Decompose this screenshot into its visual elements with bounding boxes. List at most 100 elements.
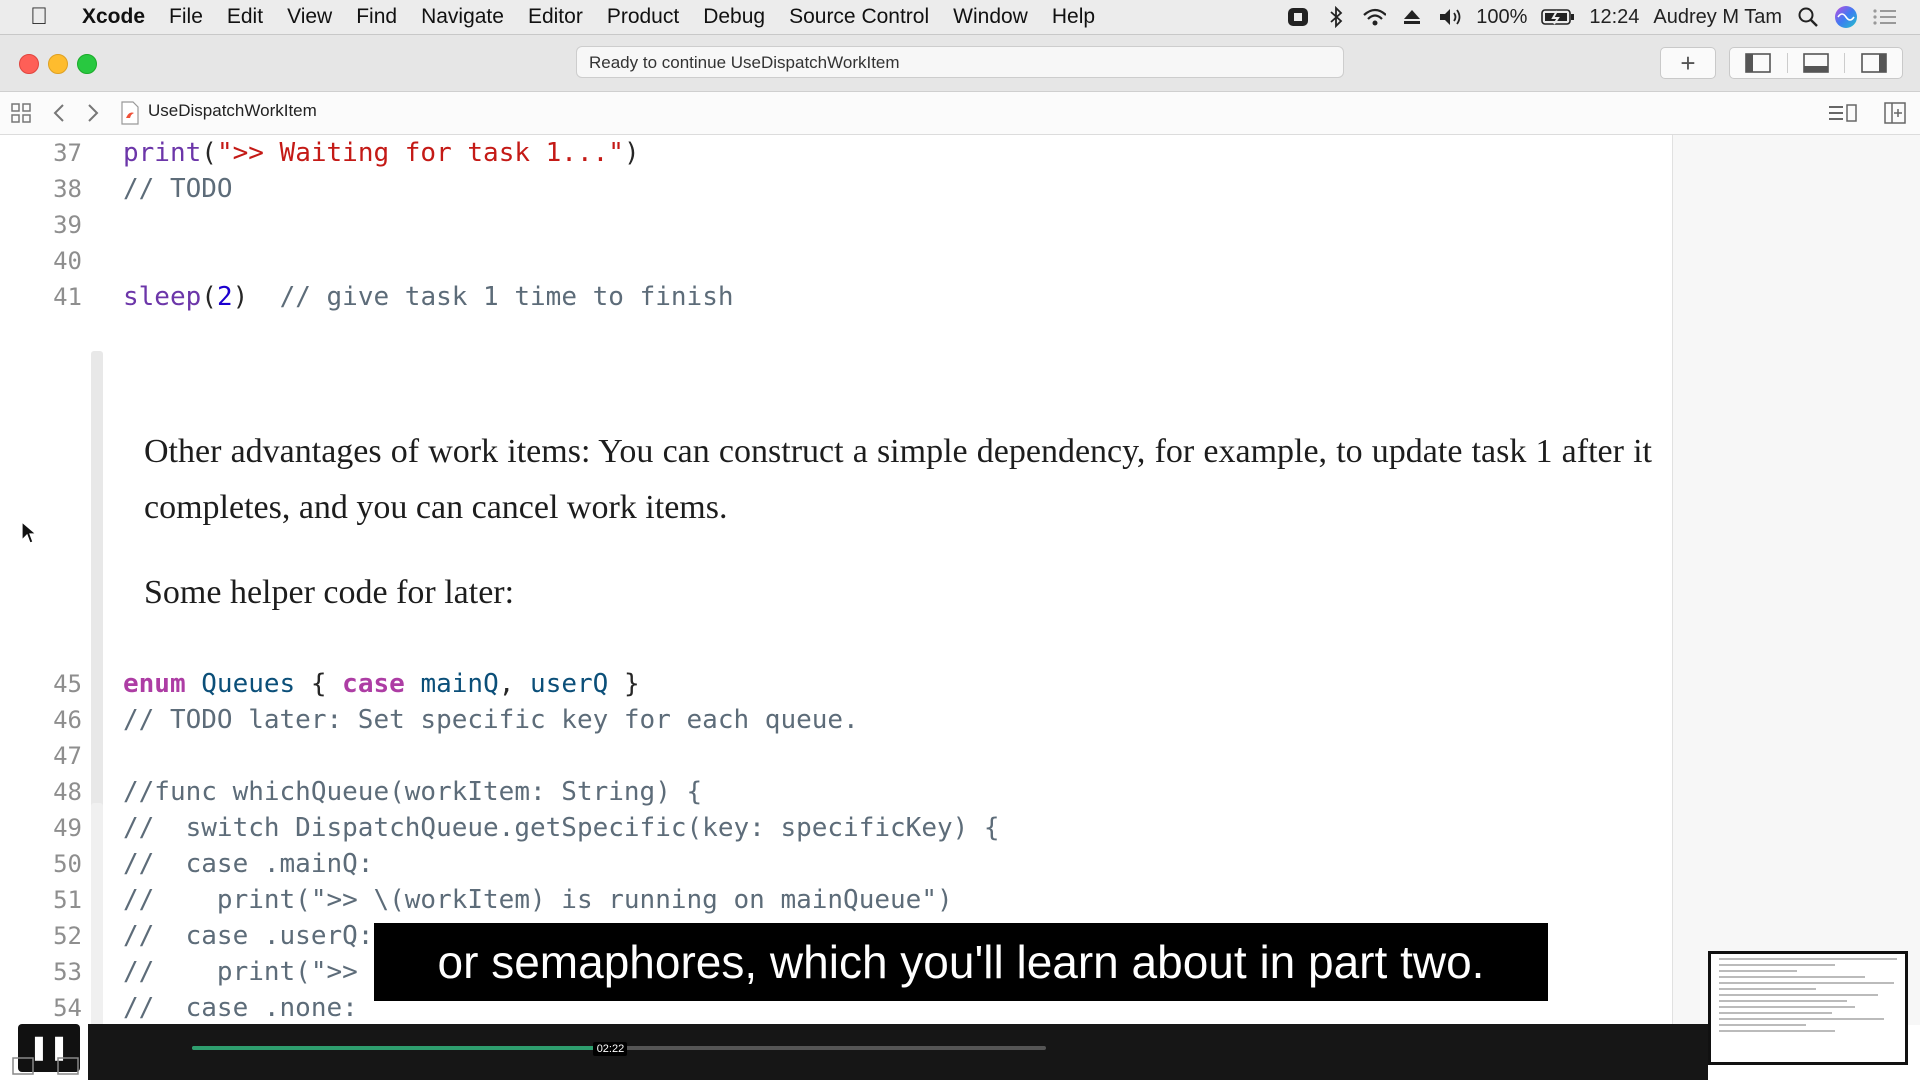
clock[interactable]: 12:24	[1589, 6, 1639, 29]
control-bar: 02:22	[88, 1024, 1708, 1080]
line-number: 47	[53, 742, 82, 770]
navigator-toggle-icon[interactable]	[1730, 53, 1788, 73]
apple-logo-icon[interactable]: 	[30, 3, 70, 31]
menu-find[interactable]: Find	[344, 5, 409, 29]
plus-icon: +	[1680, 48, 1696, 78]
forward-arrow-icon[interactable]	[86, 102, 100, 130]
related-items-icon[interactable]	[10, 102, 32, 130]
menu-file[interactable]: File	[157, 5, 215, 29]
inspector-toggle-icon[interactable]	[1845, 53, 1902, 73]
menu-view[interactable]: View	[275, 5, 344, 29]
editor-options-icon[interactable]	[1828, 102, 1858, 130]
menu-source-control[interactable]: Source Control	[777, 5, 941, 29]
code-line[interactable]: 49 // switch DispatchQueue.getSpecific(ke…	[0, 810, 1672, 846]
code-token: //func whichQueue(workItem: String) {	[123, 777, 703, 807]
code-token: {	[295, 669, 343, 699]
code-token: ">> Waiting for task 1..."	[216, 138, 624, 168]
code-line[interactable]: 38 // TODO	[0, 171, 1672, 207]
code-token: )	[623, 138, 640, 168]
line-number: 52	[53, 922, 82, 950]
code-token: // case .mainQ:	[123, 849, 374, 879]
code-token: )	[232, 282, 280, 312]
siri-icon[interactable]	[1834, 6, 1858, 28]
close-window-button[interactable]	[19, 54, 39, 74]
code-line[interactable]: 45 enum Queues { case mainQ, userQ }	[0, 666, 1672, 702]
video-player-controls: 02:22 ❚❚	[0, 1020, 1920, 1080]
code-token: 2	[216, 282, 233, 312]
breadcrumb-file-name[interactable]: UseDispatchWorkItem	[148, 101, 317, 121]
code-token: // print(">> \(workItem) is running on m…	[123, 885, 953, 915]
code-line[interactable]: 50 // case .mainQ:	[0, 846, 1672, 882]
menu-debug[interactable]: Debug	[691, 5, 777, 29]
code-token: case	[342, 669, 405, 699]
preview-thumbnail[interactable]	[1708, 951, 1908, 1065]
code-text: // switch DispatchQueue.getSpecific(key:…	[123, 810, 1000, 846]
code-token: Queues	[201, 669, 296, 699]
code-token: // TODO later: Set specific key for each…	[123, 705, 859, 735]
menu-help[interactable]: Help	[1040, 5, 1107, 29]
code-token: (	[201, 282, 217, 312]
zoom-window-button[interactable]	[77, 54, 97, 74]
progress-fill	[192, 1046, 611, 1050]
menu-app-name[interactable]: Xcode	[70, 5, 157, 29]
code-text: // case .mainQ:	[123, 846, 373, 882]
code-text: // case .userQ:	[123, 918, 373, 954]
volume-icon[interactable]	[1438, 6, 1462, 28]
line-number: 51	[53, 886, 82, 914]
progress-track[interactable]: 02:22	[192, 1042, 1046, 1056]
playground-file-icon	[120, 101, 140, 131]
code-token: print	[123, 138, 202, 168]
menu-edit[interactable]: Edit	[215, 5, 275, 29]
user-name[interactable]: Audrey M Tam	[1653, 6, 1782, 29]
code-editor[interactable]: 37 print(">> Waiting for task 1...") 38// …	[0, 135, 1672, 1025]
line-number: 53	[53, 958, 82, 986]
panel-toggle-group	[1729, 47, 1903, 79]
line-number: 46	[53, 706, 82, 734]
line-number: 50	[53, 850, 82, 878]
code-text: // TODO later: Set specific key for each…	[123, 702, 859, 738]
code-text: print(">> Waiting for task 1...")	[123, 135, 640, 171]
screen-recording-icon[interactable]	[1286, 6, 1310, 28]
code-line[interactable]: 48 //func whichQueue(workItem: String) {	[0, 774, 1672, 810]
code-line[interactable]: 51 // print(">> \(workItem) is running on…	[0, 882, 1672, 918]
eject-icon[interactable]	[1400, 6, 1424, 28]
line-number: 37	[53, 139, 82, 167]
picture-in-picture-icon[interactable]	[12, 1054, 80, 1081]
code-text: sleep(2) // give task 1 time to finish	[123, 279, 734, 315]
minimap[interactable]	[1672, 135, 1920, 1025]
code-line[interactable]: 40	[0, 243, 1672, 279]
code-line[interactable]: 41 sleep(2) // give task 1 time to finish	[0, 279, 1672, 315]
code-line[interactable]: 39	[0, 207, 1672, 243]
bluetooth-icon[interactable]	[1324, 6, 1348, 28]
code-token: sleep	[123, 282, 202, 312]
code-line[interactable]: 47	[0, 738, 1672, 774]
menu-editor[interactable]: Editor	[516, 5, 595, 29]
line-number: 49	[53, 814, 82, 842]
minimize-window-button[interactable]	[48, 54, 68, 74]
menu-navigate[interactable]: Navigate	[409, 5, 516, 29]
code-text: //func whichQueue(workItem: String) {	[123, 774, 702, 810]
battery-icon[interactable]	[1541, 6, 1575, 28]
code-token: }	[608, 669, 640, 699]
code-line[interactable]: 46 // TODO later: Set specific key for ea…	[0, 702, 1672, 738]
add-editor-icon[interactable]	[1884, 102, 1906, 130]
code-line[interactable]: 37 print(">> Waiting for task 1...")	[0, 135, 1672, 171]
mouse-cursor-icon	[20, 520, 38, 551]
spotlight-search-icon[interactable]	[1796, 6, 1820, 28]
activity-viewer: Ready to continue UseDispatchWorkItem	[576, 46, 1344, 78]
jump-bar: UseDispatchWorkItem	[0, 92, 1920, 135]
battery-percent: 100%	[1476, 5, 1528, 28]
notification-center-icon[interactable]	[1872, 6, 1896, 28]
line-number: 45	[53, 670, 82, 698]
back-arrow-icon[interactable]	[52, 102, 66, 130]
library-button[interactable]: +	[1660, 47, 1716, 79]
menu-window[interactable]: Window	[941, 5, 1040, 29]
time-tooltip: 02:22	[593, 1042, 628, 1056]
line-number: 48	[53, 778, 82, 806]
code-text: enum Queues { case mainQ, userQ }	[123, 666, 640, 702]
menu-product[interactable]: Product	[595, 5, 691, 29]
wifi-icon[interactable]	[1362, 6, 1387, 28]
debug-area-toggle-icon[interactable]	[1788, 53, 1846, 73]
menu-bar:  Xcode File Edit View Find Navigate Edi…	[0, 0, 1920, 35]
